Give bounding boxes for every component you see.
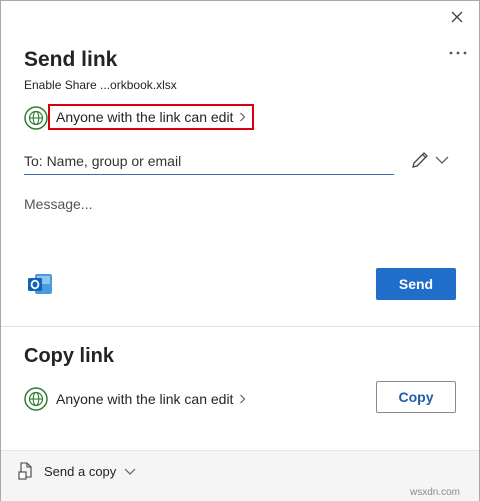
- copy-link-title: Copy link: [24, 345, 115, 367]
- outlook-icon[interactable]: [26, 270, 54, 298]
- send-link-title: Send link: [24, 48, 118, 71]
- copy-link-permission-selector[interactable]: Anyone with the link can edit: [56, 389, 246, 409]
- close-button[interactable]: [446, 6, 468, 28]
- send-a-copy-label: Send a copy: [44, 463, 117, 479]
- chevron-right-icon: [239, 394, 246, 404]
- close-icon: [451, 11, 463, 23]
- chevron-right-icon: [239, 112, 246, 122]
- watermark-text: wsxdn.com: [410, 487, 461, 498]
- share-dialog: [0, 0, 480, 501]
- link-permission-selector[interactable]: Anyone with the link can edit: [48, 104, 254, 130]
- globe-icon: [24, 387, 48, 411]
- send-button[interactable]: Send: [376, 268, 456, 300]
- file-name: Enable Share ...orkbook.xlsx: [24, 78, 177, 92]
- recipient-field-container: [24, 147, 394, 175]
- message-input[interactable]: [24, 196, 454, 236]
- pencil-icon[interactable]: [408, 148, 432, 172]
- document-copy-icon: [18, 462, 32, 480]
- chevron-down-icon: [124, 468, 136, 475]
- send-a-copy-button[interactable]: Send a copy: [18, 462, 136, 480]
- section-divider: [1, 326, 479, 327]
- link-permission-label: Anyone with the link can edit: [56, 109, 234, 125]
- copy-link-permission-label: Anyone with the link can edit: [56, 391, 234, 407]
- more-options-icon: [449, 51, 467, 55]
- chevron-down-icon[interactable]: [434, 153, 450, 167]
- recipient-input[interactable]: [24, 152, 394, 169]
- copy-button[interactable]: Copy: [376, 381, 456, 413]
- globe-icon: [24, 106, 48, 130]
- more-options-button[interactable]: [446, 44, 470, 62]
